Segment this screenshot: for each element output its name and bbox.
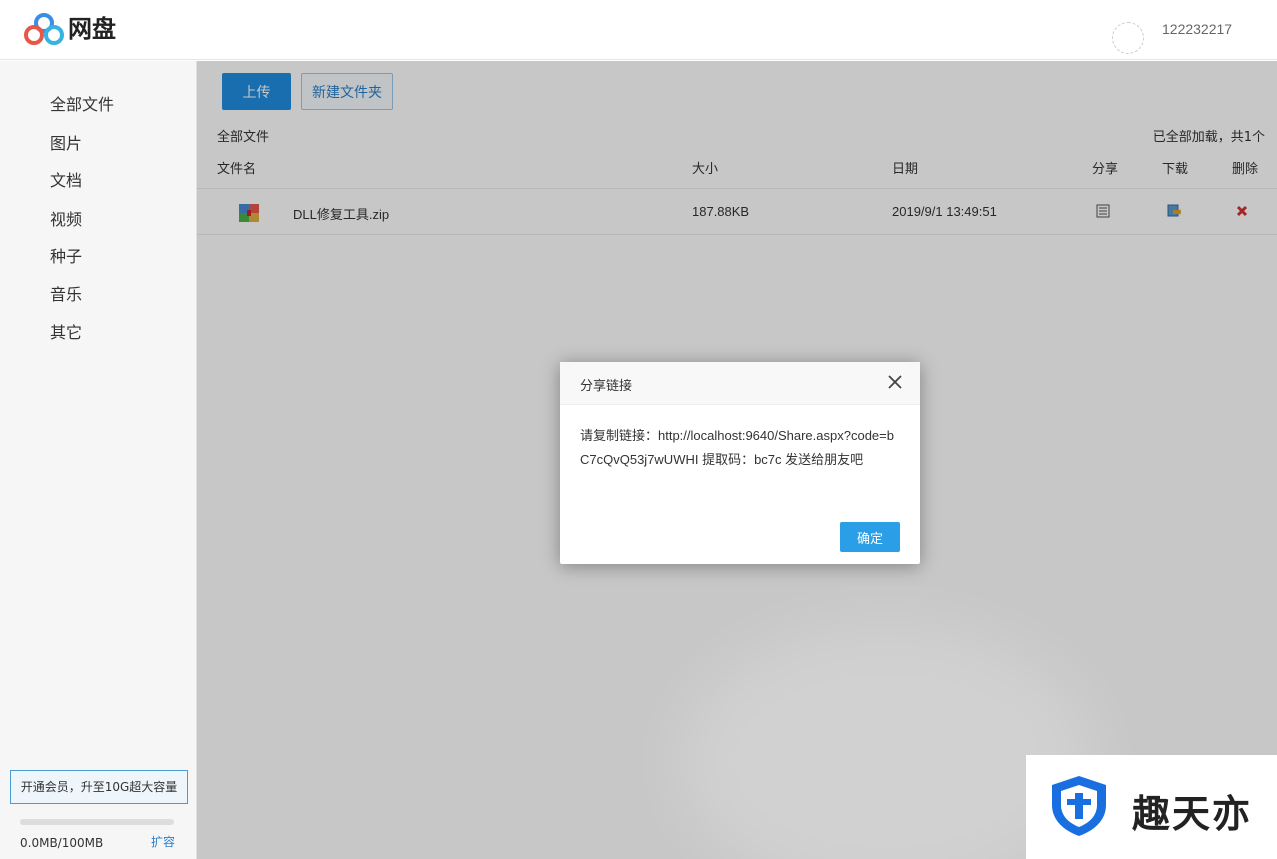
quota-bar [20,819,174,825]
confirm-button[interactable]: 确定 [840,522,900,552]
watermark: 趣天亦 [1026,755,1277,859]
shield-logo-icon [1052,776,1106,836]
dialog-header: 分享链接 [560,362,920,405]
close-icon[interactable] [886,373,904,391]
dialog-title: 分享链接 [580,379,633,394]
expand-storage-link[interactable]: 扩容 [151,833,175,850]
watermark-text: 趣天亦 [1132,792,1253,836]
logo-text: 网盘 [68,15,116,43]
sidebar-item-images[interactable]: 图片 [50,130,82,154]
username[interactable]: 122232217 [1162,21,1232,37]
sidebar-item-all-files[interactable]: 全部文件 [50,91,114,115]
sidebar-item-torrents[interactable]: 种子 [50,243,82,267]
sidebar-item-music[interactable]: 音乐 [50,281,82,305]
logo[interactable]: 网盘 [24,12,116,46]
vip-upgrade-button[interactable]: 开通会员，升至10G超大容量 [10,770,188,804]
top-header: 网盘 122232217 [0,0,1277,60]
sidebar-item-videos[interactable]: 视频 [50,206,82,230]
sidebar: 全部文件 图片 文档 视频 种子 音乐 其它 开通会员，升至10G超大容量 0.… [0,61,197,859]
cloud-logo-icon [24,13,64,45]
avatar[interactable] [1112,22,1144,54]
share-link-dialog: 分享链接 请复制链接：http://localhost:9640/Share.a… [560,362,920,564]
sidebar-item-other[interactable]: 其它 [50,319,82,343]
sidebar-item-documents[interactable]: 文档 [50,167,82,191]
share-link-text[interactable]: 请复制链接：http://localhost:9640/Share.aspx?c… [580,424,902,472]
quota-text: 0.0MB/100MB [20,836,104,850]
